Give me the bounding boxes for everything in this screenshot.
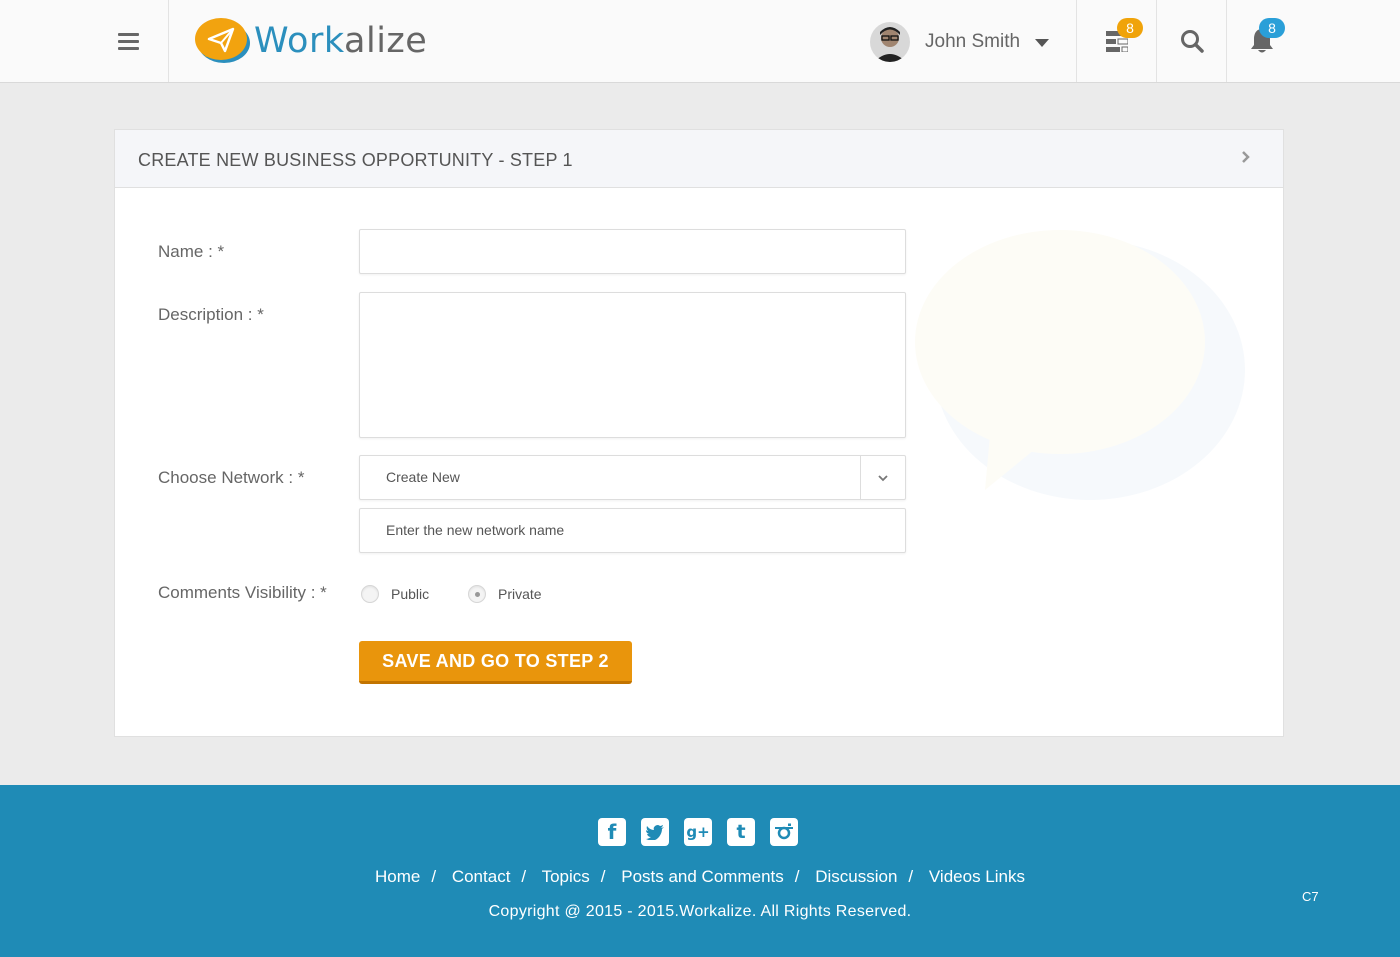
- footer-link-posts-and-comments[interactable]: Posts and Comments: [621, 867, 784, 886]
- footer-link-contact[interactable]: Contact: [452, 867, 511, 886]
- footer: f g+ t Home / Contact / Topics / Posts and …: [0, 785, 1400, 957]
- network-label: Choose Network : *: [158, 468, 305, 487]
- footer-link-topics[interactable]: Topics: [542, 867, 590, 886]
- create-opportunity-panel: CREATE NEW BUSINESS OPPORTUNITY - STEP 1…: [114, 129, 1284, 737]
- page-title: CREATE NEW BUSINESS OPPORTUNITY - STEP 1: [138, 150, 573, 170]
- description-label: Description : *: [158, 305, 264, 324]
- radio-button[interactable]: [361, 585, 379, 603]
- notifications-button[interactable]: 8: [1226, 0, 1296, 82]
- brand-name: Workalize: [254, 21, 428, 61]
- footer-nav: Home / Contact / Topics / Posts and Comment…: [375, 867, 1025, 886]
- avatar: [870, 22, 910, 62]
- radio-button[interactable]: [468, 585, 486, 603]
- notifications-badge: 8: [1259, 18, 1285, 38]
- visibility-label: Comments Visibility : *: [158, 583, 327, 602]
- network-selected-value: Create New: [386, 469, 460, 485]
- menu-toggle-button[interactable]: [88, 0, 169, 82]
- user-name: John Smith: [925, 31, 1021, 52]
- search-button[interactable]: [1156, 0, 1226, 82]
- visibility-radio-private[interactable]: Private: [468, 585, 542, 603]
- user-menu[interactable]: John Smith: [870, 22, 1050, 62]
- footer-link-videos-links[interactable]: Videos Links: [929, 867, 1025, 886]
- network-select[interactable]: Create New: [359, 455, 906, 500]
- radio-selected-dot: [474, 591, 480, 597]
- name-label: Name : *: [158, 242, 225, 261]
- search-icon: [1180, 30, 1204, 53]
- panel-header: CREATE NEW BUSINESS OPPORTUNITY - STEP 1: [115, 130, 1283, 188]
- save-and-continue-button[interactable]: SAVE AND GO TO STEP 2: [359, 641, 632, 684]
- chevron-down-icon[interactable]: [860, 456, 905, 499]
- speech-bubble-watermark-icon: [915, 230, 1245, 525]
- hamburger-icon: [117, 32, 139, 50]
- tasks-badge: 8: [1117, 18, 1143, 38]
- social-links: f g+ t: [598, 818, 813, 846]
- corner-label: C7: [1302, 889, 1319, 904]
- description-textarea[interactable]: [359, 292, 906, 438]
- google-plus-icon[interactable]: g+: [684, 818, 712, 846]
- footer-link-home[interactable]: Home: [375, 867, 420, 886]
- new-network-placeholder: Enter the new network name: [386, 522, 565, 538]
- radio-label-public: Public: [391, 586, 430, 602]
- new-network-name-input[interactable]: Enter the new network name: [359, 508, 906, 553]
- facebook-icon[interactable]: f: [598, 818, 626, 846]
- chevron-right-icon[interactable]: [1241, 150, 1251, 169]
- name-input[interactable]: [359, 229, 906, 274]
- caret-down-icon: [1035, 39, 1050, 47]
- brand-logo[interactable]: Workalize: [195, 16, 427, 66]
- visibility-radio-public[interactable]: Public: [361, 585, 429, 603]
- copyright-text: Copyright @ 2015 - 2015.Workalize. All R…: [488, 903, 912, 920]
- tumblr-icon[interactable]: t: [727, 818, 755, 846]
- radio-label-private: Private: [498, 586, 542, 602]
- tasks-button[interactable]: 8: [1076, 0, 1156, 82]
- top-header: Workalize John Smith 8 8: [0, 0, 1400, 83]
- instagram-icon[interactable]: [770, 818, 798, 846]
- twitter-icon[interactable]: [641, 818, 669, 846]
- paper-plane-logo-icon: [195, 17, 251, 65]
- footer-link-discussion[interactable]: Discussion: [815, 867, 897, 886]
